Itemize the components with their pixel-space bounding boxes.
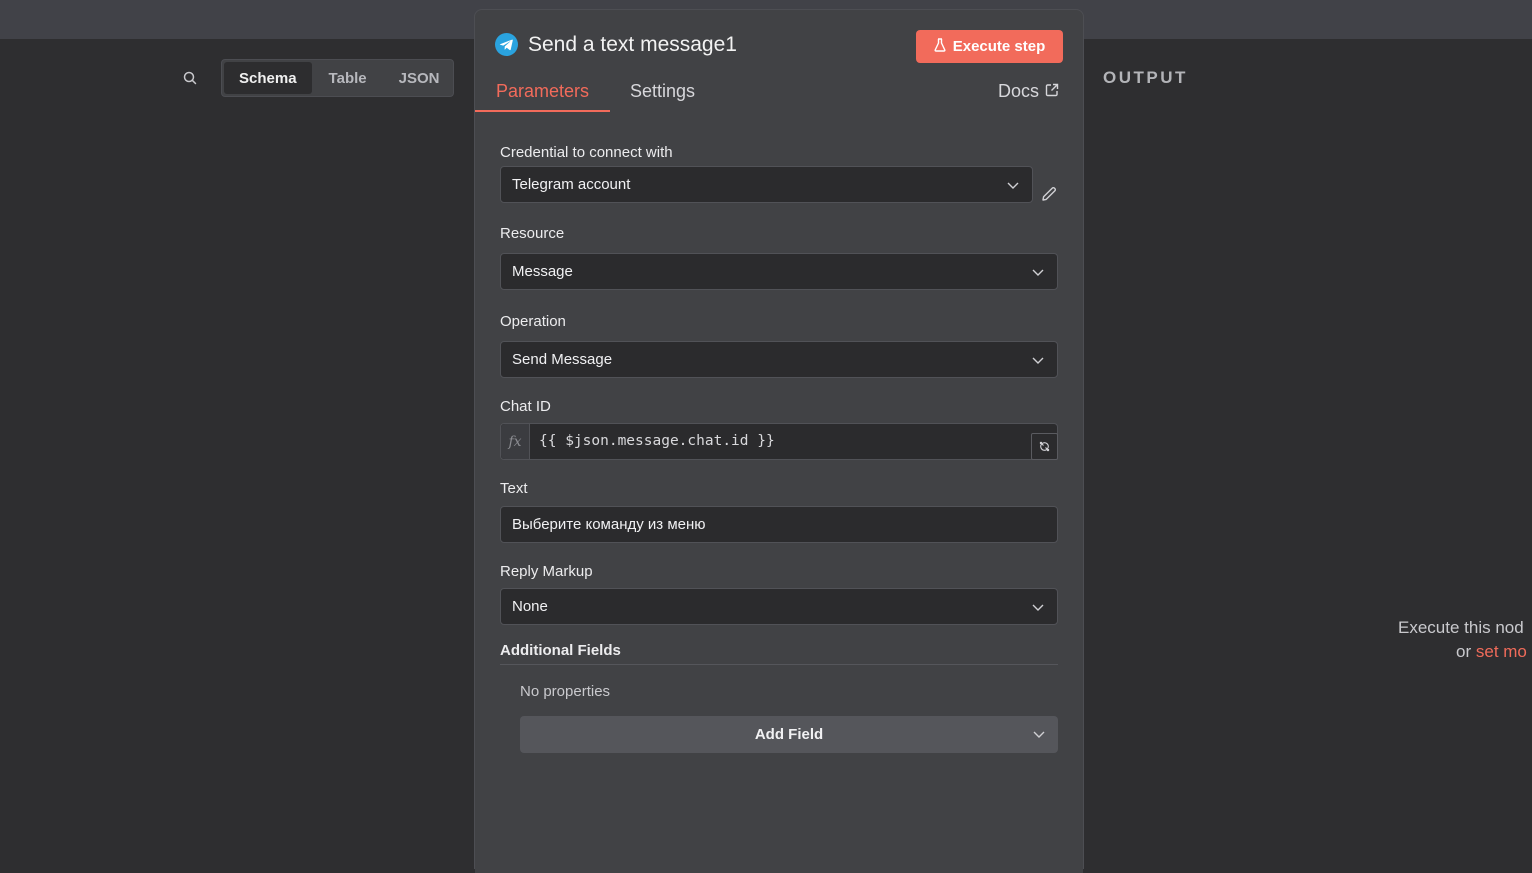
chevron-down-icon (1032, 269, 1044, 276)
view-schema-button[interactable]: Schema (224, 62, 312, 94)
add-field-button[interactable]: Add Field (520, 716, 1058, 753)
view-table-button[interactable]: Table (314, 62, 382, 94)
text-label: Text (500, 480, 528, 497)
resource-label: Resource (500, 225, 565, 242)
flask-icon (934, 37, 946, 56)
search-icon[interactable] (180, 68, 200, 88)
output-title: OUTPUT (1103, 68, 1188, 87)
parameters-body: Credential to connect with Telegram acco… (475, 113, 1083, 873)
chevron-down-icon (1032, 604, 1044, 611)
edit-credential-pencil-icon[interactable] (1040, 185, 1058, 203)
chevron-down-icon (1007, 182, 1019, 189)
node-title[interactable]: Send a text message1 (528, 33, 737, 57)
chevron-down-icon (1033, 731, 1045, 738)
reply-markup-value: None (512, 598, 548, 615)
resource-select[interactable]: Message (500, 253, 1058, 290)
additional-fields-divider (500, 664, 1058, 665)
operation-value: Send Message (512, 351, 613, 368)
credential-label: Credential to connect with (500, 144, 673, 161)
panel-tabs: Parameters Settings Docs (475, 76, 1083, 113)
resource-value: Message (512, 263, 573, 280)
additional-fields-label: Additional Fields (500, 642, 621, 659)
add-field-label: Add Field (754, 726, 824, 743)
output-empty-hint: Execute this nod or set mo (1398, 616, 1532, 664)
text-value: Выберите команду из меню (512, 516, 706, 533)
no-properties-text: No properties (520, 683, 611, 700)
panel-header: Send a text message1 Execute step Parame… (475, 10, 1083, 113)
operation-select[interactable]: Send Message (500, 341, 1058, 378)
credential-select[interactable]: Telegram account (500, 166, 1033, 203)
text-input[interactable]: Выберите команду из меню (500, 506, 1058, 543)
fx-icon: fx (501, 424, 530, 459)
docs-link[interactable]: Docs (998, 81, 1059, 102)
set-mock-data-link[interactable]: set mo (1476, 642, 1527, 661)
view-json-button[interactable]: JSON (384, 62, 455, 94)
chat-id-value: {{ $json.message.chat.id }} (539, 433, 775, 449)
tab-parameters[interactable]: Parameters (496, 81, 589, 102)
execute-step-button[interactable]: Execute step (916, 30, 1063, 63)
output-hint-or: or (1456, 642, 1472, 661)
reply-markup-label: Reply Markup (500, 563, 593, 580)
tab-settings[interactable]: Settings (630, 81, 695, 102)
credential-value: Telegram account (512, 176, 631, 193)
telegram-icon (495, 33, 518, 56)
chevron-down-icon (1032, 357, 1044, 364)
execute-step-label: Execute step (952, 38, 1046, 55)
docs-label: Docs (998, 81, 1040, 101)
output-hint-line1: Execute this nod (1398, 618, 1524, 637)
node-settings-panel: Send a text message1 Execute step Parame… (474, 9, 1084, 873)
reply-markup-select[interactable]: None (500, 588, 1058, 625)
chat-id-expression-input[interactable]: fx {{ $json.message.chat.id }} (500, 423, 1058, 460)
input-view-toggle: Schema Table JSON (221, 59, 454, 97)
chat-id-label: Chat ID (500, 398, 551, 415)
open-expression-editor-icon[interactable] (1031, 433, 1058, 460)
active-tab-underline (475, 110, 610, 112)
output-hint-line2: or set mo (1398, 640, 1532, 664)
operation-label: Operation (500, 313, 566, 330)
external-link-icon (1045, 81, 1059, 102)
